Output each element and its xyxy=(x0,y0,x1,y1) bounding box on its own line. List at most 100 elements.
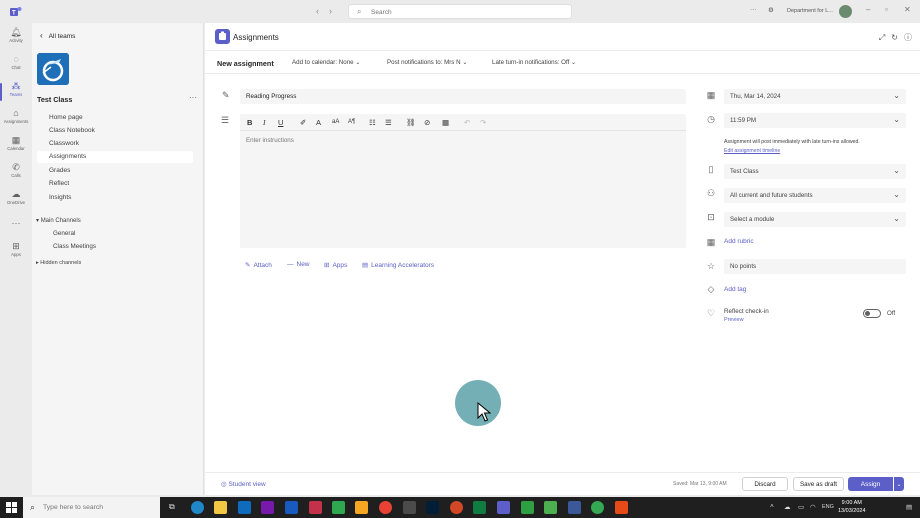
taskbar-search[interactable]: ⌕ xyxy=(23,497,160,518)
wifi-icon[interactable]: ◠ xyxy=(810,503,816,511)
global-search-input[interactable] xyxy=(371,7,561,17)
add-tag-link[interactable]: Add tag xyxy=(724,286,746,293)
highlight-icon[interactable]: ✐ xyxy=(300,118,306,127)
channel-classwork[interactable]: Classwork xyxy=(49,140,79,147)
rail-item-activity[interactable]: 🔔︎ Activity xyxy=(0,26,32,52)
assign-button[interactable]: Assign xyxy=(848,477,893,491)
channel-home-page[interactable]: Home page xyxy=(49,114,83,121)
undo-icon[interactable]: ↶ xyxy=(464,118,470,127)
students-select[interactable]: All current and future students ⌄ xyxy=(724,188,906,203)
app-icon-circle[interactable] xyxy=(591,501,604,514)
reflect-preview-link[interactable]: Preview xyxy=(724,316,769,325)
channel-reflect[interactable]: Reflect xyxy=(49,180,69,187)
channel-insights[interactable]: Insights xyxy=(49,194,71,201)
settings-icon[interactable]: ⚙ xyxy=(768,6,774,14)
word-app-icon[interactable] xyxy=(285,501,298,514)
apps-button[interactable]: ⊞ Apps xyxy=(324,261,347,269)
rail-item-onedrive[interactable]: ☁ OneDrive xyxy=(0,188,32,214)
styles-icon[interactable]: A¶ xyxy=(348,119,355,125)
team-more-icon[interactable]: ··· xyxy=(189,93,197,102)
app-icon-green-3[interactable] xyxy=(544,501,557,514)
points-input[interactable]: No points xyxy=(724,259,906,274)
font-size-icon[interactable]: aA xyxy=(332,119,339,125)
rail-item-calendar[interactable]: ▦ Calendar xyxy=(0,134,32,160)
maximize-icon[interactable]: ▫ xyxy=(885,5,888,14)
language-indicator[interactable]: ENG xyxy=(822,504,834,510)
underline-icon[interactable]: U xyxy=(278,118,283,127)
clear-format-icon[interactable]: ⊘ xyxy=(424,118,430,127)
taskbar-search-input[interactable] xyxy=(43,502,153,513)
assignment-title-input[interactable] xyxy=(240,89,686,104)
channel-grades[interactable]: Grades xyxy=(49,167,70,174)
rail-item-apps[interactable]: ⊞ Apps xyxy=(0,240,32,266)
global-search[interactable]: ⌕ xyxy=(348,4,572,19)
edit-timeline-link[interactable]: Edit assignment timeline xyxy=(724,147,914,156)
table-icon[interactable]: ▦ xyxy=(442,118,449,127)
hidden-channels-section[interactable]: ▸ Hidden channels xyxy=(36,260,81,266)
file-explorer-app-icon[interactable] xyxy=(214,501,227,514)
channel-class-notebook[interactable]: Class Notebook xyxy=(49,127,95,134)
app-icon-blue[interactable] xyxy=(568,501,581,514)
post-notifications-dropdown[interactable]: Post notifications to: Mrs N ⌄ xyxy=(387,59,468,66)
add-rubric-link[interactable]: Add rubric xyxy=(724,238,754,245)
add-to-calendar-dropdown[interactable]: Add to calendar: None ⌄ xyxy=(292,59,361,66)
outlook-app-icon[interactable] xyxy=(238,501,251,514)
main-channels-section[interactable]: ▾ Main Channels xyxy=(36,217,81,224)
module-select[interactable]: Select a module ⌄ xyxy=(724,212,906,227)
chrome-app-icon[interactable] xyxy=(379,501,392,514)
onenote-app-icon[interactable] xyxy=(261,501,274,514)
refresh-icon[interactable]: ↻ xyxy=(891,33,898,42)
reflect-toggle[interactable] xyxy=(863,309,881,318)
channel-assignments[interactable]: Assignments xyxy=(49,153,86,160)
new-button[interactable]: — New xyxy=(287,261,310,268)
app-icon-red[interactable] xyxy=(309,501,322,514)
channel-class-meetings[interactable]: Class Meetings xyxy=(53,243,96,250)
avatar[interactable] xyxy=(839,5,852,18)
excel-app-icon[interactable] xyxy=(473,501,486,514)
rail-item-teams[interactable]: ⁂ Teams xyxy=(0,80,32,106)
bullet-list-icon[interactable]: ☷ xyxy=(369,118,376,127)
app-icon-green[interactable] xyxy=(332,501,345,514)
redo-icon[interactable]: ↷ xyxy=(480,118,486,127)
network-icon[interactable]: ☁ xyxy=(784,503,791,511)
bold-icon[interactable]: B xyxy=(247,118,252,127)
app-icon-orange[interactable] xyxy=(355,501,368,514)
app-icon-gray[interactable] xyxy=(403,501,416,514)
student-view-button[interactable]: ◎ Student view xyxy=(221,480,266,488)
windows-start-icon[interactable] xyxy=(6,502,17,513)
org-name[interactable]: Department for L... xyxy=(787,8,833,14)
info-icon[interactable]: ⓘ xyxy=(904,33,912,42)
task-view-icon[interactable]: ⧉ xyxy=(169,502,175,512)
channel-general[interactable]: General xyxy=(53,230,75,237)
italic-icon[interactable]: I xyxy=(263,118,266,127)
due-date-picker[interactable]: Thu, Mar 14, 2024 ⌄ xyxy=(724,89,906,104)
link-icon[interactable]: ⛓ xyxy=(406,118,416,127)
tray-chevron-icon[interactable]: ˄ xyxy=(770,503,774,510)
instructions-editor[interactable]: B I U ✐ A aA A¶ ☷ ☰ ⛓ ⊘ ▦ ↶ ↷ Enter inst… xyxy=(240,114,686,248)
app-icon-red-2[interactable] xyxy=(615,501,628,514)
due-time-picker[interactable]: 11:59 PM ⌄ xyxy=(724,113,906,128)
back-arrow-icon[interactable]: ‹ xyxy=(316,6,319,16)
class-select[interactable]: Test Class ⌄ xyxy=(724,164,906,179)
expand-icon[interactable]: ⤢ xyxy=(879,33,885,42)
assign-options-button[interactable]: ⌄ xyxy=(894,477,904,491)
save-draft-button[interactable]: Save as draft xyxy=(793,477,844,491)
battery-icon[interactable]: ▭ xyxy=(798,503,804,511)
numbered-list-icon[interactable]: ☰ xyxy=(385,118,392,127)
more-options-icon[interactable]: ··· xyxy=(750,6,757,13)
teams-app-icon[interactable] xyxy=(497,501,510,514)
taskbar-clock[interactable]: 9:00 AM 13/03/2024 xyxy=(838,499,866,515)
app-icon-green-2[interactable] xyxy=(521,501,534,514)
minimize-icon[interactable]: – xyxy=(866,5,870,14)
all-teams-link[interactable]: ‹ All teams xyxy=(40,31,75,40)
rail-item-chat[interactable]: ◌ Chat xyxy=(0,53,32,79)
discard-button[interactable]: Discard xyxy=(742,477,788,491)
edge-app-icon[interactable] xyxy=(191,501,204,514)
late-turn-in-dropdown[interactable]: Late turn-in notifications: Off ⌄ xyxy=(492,59,576,66)
font-color-icon[interactable]: A xyxy=(316,118,321,127)
attach-button[interactable]: ✎ Attach xyxy=(245,261,272,269)
close-icon[interactable]: ✕ xyxy=(904,5,911,14)
photoshop-app-icon[interactable] xyxy=(426,501,439,514)
notifications-icon[interactable]: ▤ xyxy=(906,503,912,511)
powerpoint-app-icon[interactable] xyxy=(450,501,463,514)
